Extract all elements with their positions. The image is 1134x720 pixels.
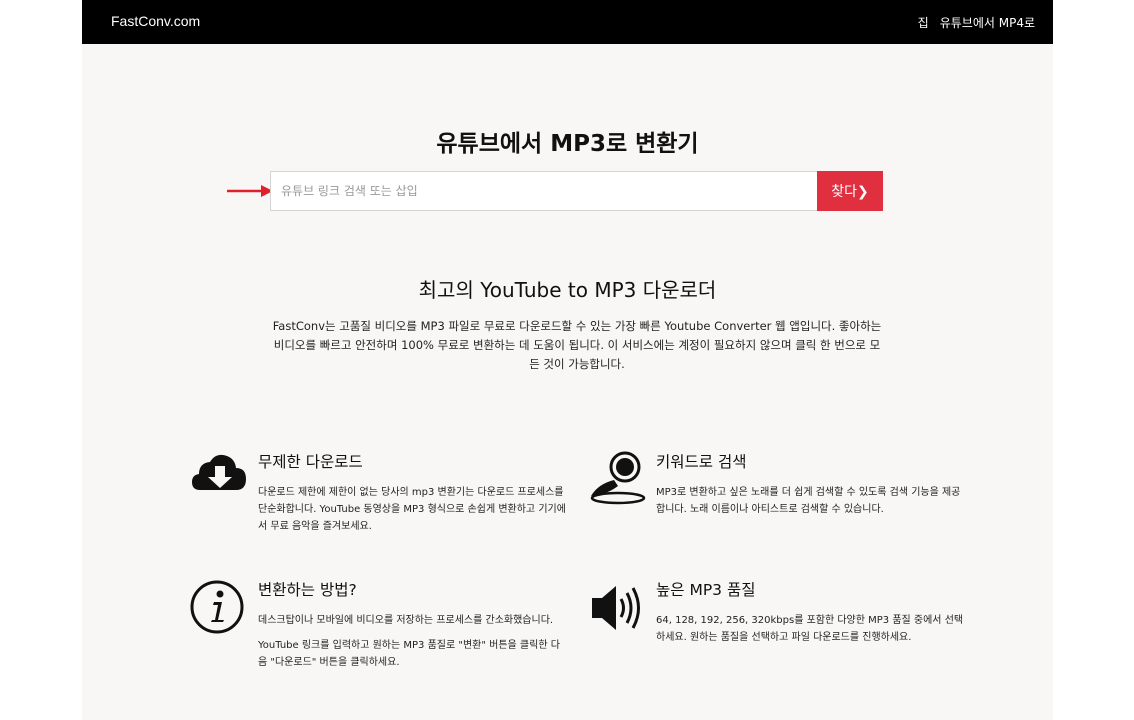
info-icon <box>190 580 244 634</box>
search-person-icon <box>590 451 646 505</box>
feature-paragraph: 다운로드 제한에 제한이 없는 당사의 mp3 변환기는 다운로드 프로세스를 … <box>258 487 566 532</box>
about-heading: 최고의 YouTube to MP3 다운로더 <box>418 278 717 302</box>
feature-title: 키워드로 검색 <box>656 453 747 471</box>
feature-keyword-search: 키워드로 검색 MP3로 변환하고 싶은 노래를 더 쉽게 검색할 수 있도록 … <box>588 450 960 550</box>
feature-paragraph: MP3로 변환하고 싶은 노래를 더 쉽게 검색할 수 있도록 검색 기능을 제… <box>656 487 961 515</box>
feature-paragraph: 64, 128, 192, 256, 320kbps를 포함한 다양한 MP3 … <box>656 615 964 643</box>
feature-text: MP3로 변환하고 싶은 노래를 더 쉽게 검색할 수 있도록 검색 기능을 제… <box>656 484 966 526</box>
feature-how-to-convert: 변환하는 방법? 데스크탑이나 모바일에 비디오를 저장하는 프로세스를 간소화… <box>190 578 560 708</box>
nav-youtube-to-mp4-link[interactable]: 유튜브에서 MP4로 <box>940 14 1035 31</box>
feature-text: 64, 128, 192, 256, 320kbps를 포함한 다양한 MP3 … <box>656 612 966 654</box>
search-input[interactable] <box>270 171 817 211</box>
feature-text: 데스크탑이나 모바일에 비디오를 저장하는 프로세스를 간소화했습니다. You… <box>258 612 568 679</box>
cloud-download-icon <box>192 454 246 490</box>
nav-menu: 집 유튜브에서 MP4로 <box>918 14 1035 31</box>
search-button[interactable]: 찾다❯ <box>817 171 883 211</box>
search-form: 찾다❯ <box>270 171 883 211</box>
about-description: FastConv는 고품질 비디오를 MP3 파일로 무료로 다운로드할 수 있… <box>272 319 882 371</box>
feature-unlimited-download: 무제한 다운로드 다운로드 제한에 제한이 없는 당사의 mp3 변환기는 다운… <box>190 450 566 550</box>
arrow-right-icon <box>227 185 273 197</box>
feature-text: 다운로드 제한에 제한이 없는 당사의 mp3 변환기는 다운로드 프로세스를 … <box>258 484 568 543</box>
top-navbar: FastConv.com 집 유튜브에서 MP4로 <box>82 0 1053 44</box>
page: FastConv.com 집 유튜브에서 MP4로 유튜브에서 MP3로 변환기… <box>82 0 1053 720</box>
feature-title: 높은 MP3 품질 <box>656 581 756 599</box>
feature-title: 변환하는 방법? <box>258 581 357 599</box>
feature-high-quality: 높은 MP3 품질 64, 128, 192, 256, 320kbps를 포함… <box>588 578 963 678</box>
brand-logo-link[interactable]: FastConv.com <box>111 13 200 29</box>
page-title: 유튜브에서 MP3로 변환기 <box>436 131 699 157</box>
feature-paragraph: YouTube 링크를 입력하고 원하는 MP3 품질로 "변환" 버튼을 클릭… <box>258 640 560 668</box>
feature-paragraph: 데스크탑이나 모바일에 비디오를 저장하는 프로세스를 간소화했습니다. <box>258 615 554 626</box>
feature-title: 무제한 다운로드 <box>258 453 363 471</box>
speaker-icon <box>592 586 640 630</box>
nav-home-link[interactable]: 집 <box>918 14 929 31</box>
